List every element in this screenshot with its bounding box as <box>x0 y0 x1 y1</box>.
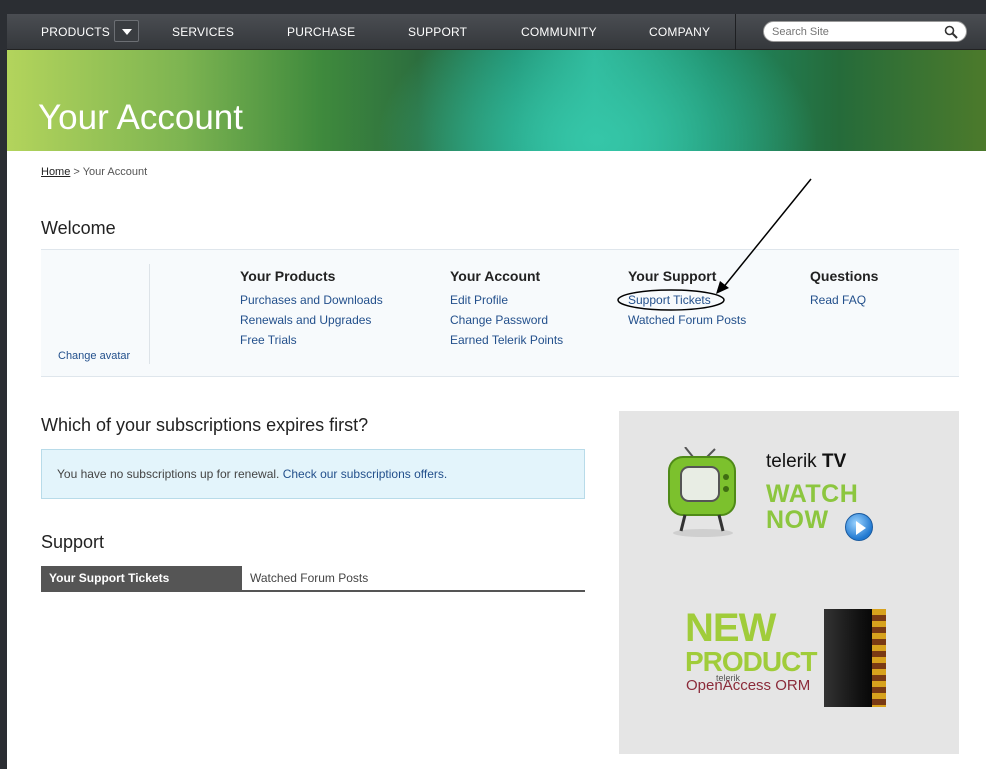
nav-purchase[interactable]: PURCHASE <box>287 14 355 50</box>
promo-panel: telerik TV WATCH NOW NEW PRODUCT telerik… <box>619 411 959 754</box>
your-products-column: Your Products Purchases and Downloads Re… <box>240 268 383 350</box>
nav-divider <box>735 14 736 50</box>
page-banner: Your Account <box>7 50 986 151</box>
renewals-upgrades-link[interactable]: Renewals and Upgrades <box>240 310 383 330</box>
breadcrumb-home-link[interactable]: Home <box>41 166 70 178</box>
search-icon[interactable] <box>944 25 958 39</box>
avatar-divider <box>149 264 150 364</box>
your-products-title: Your Products <box>240 268 336 284</box>
your-account-title: Your Account <box>450 268 541 284</box>
breadcrumb-current: Your Account <box>82 166 148 178</box>
tv-brand-suffix: TV <box>821 451 847 472</box>
change-password-link[interactable]: Change Password <box>450 310 563 330</box>
tv-brand-prefix: telerik <box>766 451 817 472</box>
nav-community[interactable]: COMMUNITY <box>521 14 597 50</box>
nav-support[interactable]: SUPPORT <box>408 14 467 50</box>
openaccess-product-name: OpenAccess ORM <box>686 677 811 694</box>
support-tickets-link[interactable]: Support Tickets <box>628 290 746 310</box>
new-product-text[interactable]: NEW PRODUCT <box>685 606 817 677</box>
window-left-frame <box>0 0 7 769</box>
subscriptions-notice: You have no subscriptions up for renewal… <box>41 449 585 499</box>
window-top-frame <box>0 0 986 14</box>
tab-your-support-tickets[interactable]: Your Support Tickets <box>41 566 242 590</box>
telerik-tv-brand: telerik TV <box>766 451 846 473</box>
tv-mascot-icon[interactable] <box>663 447 743 539</box>
support-tabs: Your Support Tickets Watched Forum Posts <box>41 566 585 592</box>
nav-services[interactable]: SERVICES <box>172 14 234 50</box>
earned-points-link[interactable]: Earned Telerik Points <box>450 330 563 350</box>
your-account-column: Your Account Edit Profile Change Passwor… <box>450 268 563 350</box>
nav-products[interactable]: PRODUCTS <box>41 14 110 50</box>
welcome-panel: Change avatar Your Products Purchases an… <box>41 249 959 377</box>
watched-forum-posts-link[interactable]: Watched Forum Posts <box>628 310 746 330</box>
your-support-title: Your Support <box>628 268 717 284</box>
welcome-heading: Welcome <box>41 218 116 238</box>
breadcrumb-separator: > <box>73 166 80 178</box>
page-title: Your Account <box>38 98 243 137</box>
products-dropdown-button[interactable] <box>114 20 139 42</box>
change-avatar-link[interactable]: Change avatar <box>58 350 130 362</box>
read-faq-link[interactable]: Read FAQ <box>810 290 878 310</box>
subscription-offers-link[interactable]: Check our subscriptions offers. <box>283 467 448 481</box>
breadcrumb: Home > Your Account <box>41 166 147 178</box>
watch-line: WATCH <box>766 480 859 508</box>
product-box-icon[interactable] <box>824 609 886 707</box>
notice-text: You have no subscriptions up for renewal… <box>57 467 280 481</box>
questions-title: Questions <box>810 268 879 284</box>
product-box-stripe <box>872 609 886 707</box>
edit-profile-link[interactable]: Edit Profile <box>450 290 563 310</box>
play-icon[interactable] <box>845 513 873 541</box>
top-nav: PRODUCTS SERVICES PURCHASE SUPPORT COMMU… <box>7 14 986 50</box>
your-support-column: Your Support Support Tickets Watched For… <box>628 268 746 330</box>
new-line: NEW <box>685 606 776 650</box>
purchases-downloads-link[interactable]: Purchases and Downloads <box>240 290 383 310</box>
subscriptions-heading: Which of your subscriptions expires firs… <box>41 415 369 435</box>
search-box <box>763 21 967 42</box>
nav-company[interactable]: COMPANY <box>649 14 710 50</box>
search-input[interactable] <box>772 24 942 40</box>
questions-column: Questions Read FAQ <box>810 268 878 310</box>
tab-watched-forum-posts[interactable]: Watched Forum Posts <box>250 566 368 590</box>
free-trials-link[interactable]: Free Trials <box>240 330 383 350</box>
support-heading: Support <box>41 532 105 552</box>
product-line: PRODUCT <box>685 646 817 677</box>
